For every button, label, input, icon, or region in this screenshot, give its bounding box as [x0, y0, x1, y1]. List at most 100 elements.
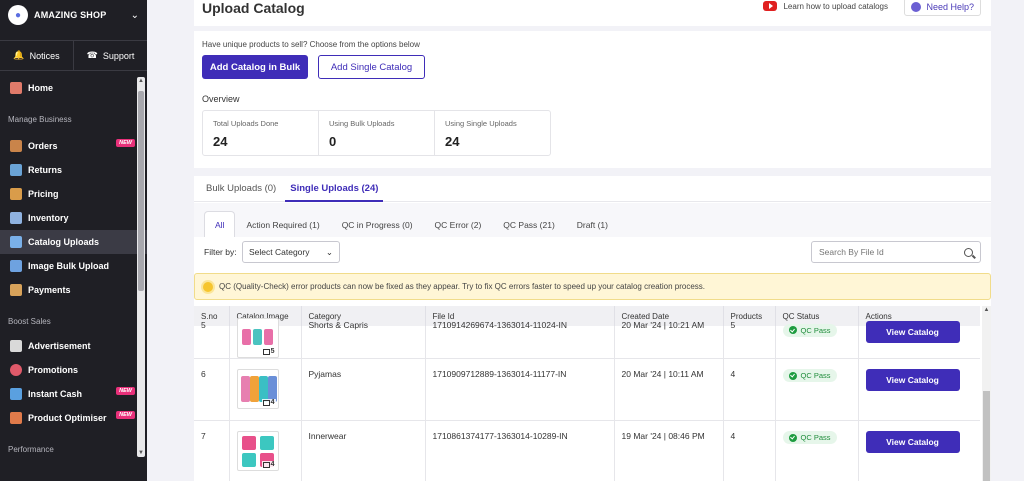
table-scrollbar-thumb[interactable]	[983, 391, 990, 481]
section-boost-sales: Boost Sales	[8, 316, 51, 326]
help-text: Need Help?	[926, 2, 974, 12]
returns-icon	[10, 164, 22, 176]
sidebar-item-catalog-uploads[interactable]: Catalog Uploads	[0, 230, 147, 254]
cell-file-id: 1710914269674-1363014-11024-IN	[432, 320, 568, 330]
product-optimiser-icon	[10, 412, 22, 424]
tab-draft[interactable]: Draft (1)	[566, 211, 619, 237]
view-catalog-button[interactable]: View Catalog	[865, 369, 960, 391]
sidebar-item-label: Orders	[28, 141, 58, 151]
catalog-thumbnail[interactable]: 4	[236, 369, 279, 409]
cell-created-date: 19 Mar '24 | 08:46 PM	[614, 420, 724, 481]
catalog-thumbnail[interactable]: 4	[236, 431, 279, 471]
add-single-catalog-button[interactable]: Add Single Catalog	[318, 55, 425, 79]
filter-label: Filter by:	[204, 247, 237, 257]
tab-qc-in-progress[interactable]: QC in Progress (0)	[331, 211, 424, 237]
stat-value: 24	[445, 134, 460, 149]
scroll-down-icon[interactable]: ▼	[137, 450, 145, 456]
view-catalog-button[interactable]: View Catalog	[865, 321, 960, 343]
sidebar-item-label: Advertisement	[28, 341, 91, 351]
sidebar-item-image-bulk-upload[interactable]: Image Bulk Upload	[0, 254, 147, 278]
learn-link[interactable]: Learn how to upload catalogs	[763, 1, 888, 11]
sidebar-item-returns[interactable]: Returns	[0, 158, 147, 182]
catalog-thumbnail[interactable]: 5	[236, 318, 279, 358]
notices-label: Notices	[29, 50, 60, 61]
status-tabs: All Action Required (1) QC in Progress (…	[204, 211, 619, 237]
sidebar-item-label: Home	[28, 83, 54, 93]
youtube-icon	[763, 1, 778, 11]
search-input[interactable]	[819, 247, 949, 257]
tab-qc-pass[interactable]: QC Pass (21)	[492, 211, 566, 237]
tab-single-uploads[interactable]: Single Uploads (24)	[283, 176, 385, 202]
sidebar-scrollbar-thumb[interactable]	[138, 91, 144, 291]
tab-qc-error[interactable]: QC Error (2)	[424, 211, 493, 237]
sidebar-item-label: Product Optimiser	[28, 413, 107, 423]
table-scrollbar[interactable]: ▲	[982, 306, 991, 481]
inventory-icon	[10, 212, 22, 224]
stat-label: Total Uploads Done	[213, 119, 279, 128]
stat-label: Using Bulk Uploads	[329, 119, 395, 128]
sidebar-item-label: Catalog Uploads	[28, 237, 100, 247]
search-icon[interactable]	[964, 247, 973, 257]
payments-icon	[10, 284, 22, 296]
filter-row: Filter by: Select Category ⌄	[194, 237, 991, 273]
shop-logo-icon: ●	[8, 5, 28, 25]
catalog-upload-icon	[10, 236, 22, 248]
sidebar: ● AMAZING SHOP ⌄ 🔔 Notices ☎ Support Hom…	[0, 0, 147, 481]
sidebar-item-orders[interactable]: Orders NEW	[0, 134, 147, 158]
view-catalog-button[interactable]: View Catalog	[865, 431, 960, 453]
qc-pass-badge: QC Pass	[782, 323, 837, 337]
banner-text: QC (Quality-Check) error products can no…	[219, 282, 705, 291]
cell-created-date: 20 Mar '24 | 10:11 AM	[614, 358, 724, 421]
shop-switcher[interactable]: ● AMAZING SHOP ⌄	[0, 0, 147, 30]
bell-icon: 🔔	[13, 50, 25, 60]
sidebar-item-inventory[interactable]: Inventory	[0, 206, 147, 230]
upload-type-tabs: Bulk Uploads (0) Single Uploads (24)	[194, 176, 991, 202]
new-badge: NEW	[116, 387, 135, 395]
category-select[interactable]: Select Category ⌄	[242, 241, 340, 263]
cell-created-date: 20 Mar '24 | 10:21 AM	[621, 320, 705, 330]
cell-products: 5	[730, 320, 736, 330]
sidebar-item-label: Payments	[28, 285, 71, 295]
sidebar-item-product-optimiser[interactable]: Product Optimiser NEW	[0, 406, 147, 430]
chevron-down-icon: ⌄	[325, 246, 333, 257]
file-id-search	[811, 241, 981, 263]
scroll-up-icon[interactable]: ▲	[982, 307, 991, 313]
overview-stats: Total Uploads Done 24 Using Bulk Uploads…	[202, 110, 551, 156]
sidebar-item-promotions[interactable]: Promotions	[0, 358, 147, 382]
sidebar-item-label: Pricing	[28, 189, 59, 199]
cell-category: Pyjamas	[301, 358, 426, 421]
home-icon	[10, 82, 22, 94]
sidebar-item-pricing[interactable]: Pricing	[0, 182, 147, 206]
tab-all[interactable]: All	[204, 211, 236, 237]
sidebar-item-label: Image Bulk Upload	[28, 261, 110, 271]
add-catalog-bulk-button[interactable]: Add Catalog in Bulk	[202, 55, 308, 79]
headset-icon: ☎	[86, 50, 98, 60]
sidebar-scrollbar[interactable]: ▲ ▼	[137, 77, 145, 457]
chevron-down-icon[interactable]: ⌄	[131, 10, 139, 21]
notice-support-row: 🔔 Notices ☎ Support	[0, 41, 147, 71]
table-row: 5 5 Shorts & Capris 1710914269674-136301…	[194, 318, 980, 359]
shop-name: AMAZING SHOP	[34, 10, 107, 20]
category-select-value: Select Category	[249, 247, 310, 257]
megaphone-icon	[10, 340, 22, 352]
support-label: Support	[102, 50, 135, 61]
intro-text: Have unique products to sell? Choose fro…	[202, 40, 420, 49]
headset-icon	[911, 2, 922, 12]
image-count: 4	[261, 399, 276, 406]
stat-value: 24	[213, 134, 228, 149]
tab-bulk-uploads[interactable]: Bulk Uploads (0)	[199, 176, 283, 201]
sidebar-item-payments[interactable]: Payments	[0, 278, 147, 302]
sidebar-item-advertisement[interactable]: Advertisement	[0, 334, 147, 358]
notices-button[interactable]: 🔔 Notices	[0, 41, 74, 70]
table-row: 6 4 Pyjamas 1710909712889-1363014-11177-…	[194, 358, 980, 421]
sidebar-item-home[interactable]: Home	[0, 76, 147, 100]
new-badge: NEW	[116, 139, 135, 147]
scroll-up-icon[interactable]: ▲	[137, 78, 145, 84]
sidebar-item-label: Returns	[28, 165, 63, 175]
sidebar-item-instant-cash[interactable]: Instant Cash NEW	[0, 382, 147, 406]
support-button[interactable]: ☎ Support	[74, 41, 147, 70]
stat-bulk-uploads: Using Bulk Uploads 0	[319, 111, 435, 155]
need-help-button[interactable]: Need Help?	[904, 0, 981, 16]
tab-action-required[interactable]: Action Required (1)	[235, 211, 330, 237]
check-circle-icon	[788, 371, 797, 380]
